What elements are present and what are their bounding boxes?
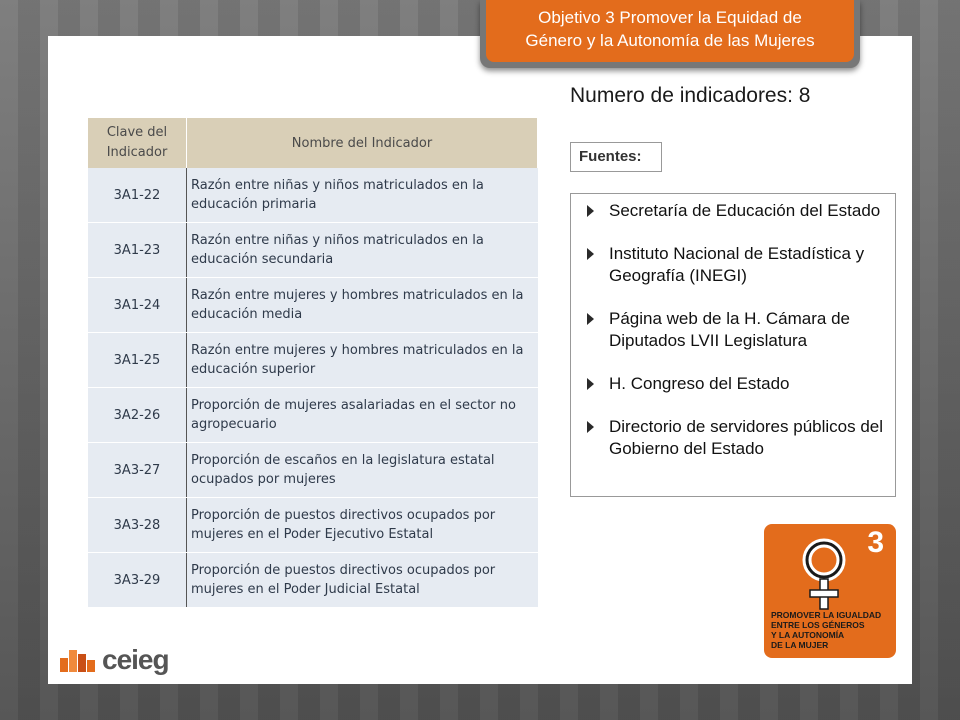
list-item: Página web de la H. Cámara de Diputados … [581, 308, 887, 352]
source-text: Secretaría de Educación del Estado [609, 201, 881, 220]
indicator-code: 3A1-23 [88, 222, 187, 278]
indicator-name: Razón entre mujeres y hombres matriculad… [186, 332, 538, 388]
source-text: Directorio de servidores públicos del Go… [609, 417, 884, 458]
table-row: 3A1-23 Razón entre niñas y niños matricu… [88, 222, 538, 278]
indicator-code: 3A3-29 [88, 552, 187, 608]
ceieg-logo: ceieg [60, 642, 170, 682]
sources-list: Secretaría de Educación del Estado Insti… [570, 193, 896, 497]
indicator-name: Razón entre niñas y niños matriculados e… [186, 168, 538, 223]
source-text: Instituto Nacional de Estadística y Geog… [609, 244, 865, 285]
indicator-code: 3A3-28 [88, 497, 187, 553]
bullet-arrow-icon [587, 248, 594, 260]
logo-text: ceieg [102, 644, 170, 675]
logo-bars-icon [60, 650, 95, 672]
indicator-name: Proporción de puestos directivos ocupado… [186, 497, 538, 553]
list-item: H. Congreso del Estado [581, 373, 887, 395]
bullet-arrow-icon [587, 378, 594, 390]
indicator-name: Proporción de puestos directivos ocupado… [186, 552, 538, 608]
table-row: 3A3-27 Proporción de escaños en la legis… [88, 442, 538, 498]
table-row: 3A2-26 Proporción de mujeres asalariadas… [88, 387, 538, 443]
bullet-arrow-icon [587, 313, 594, 325]
indicator-code: 3A1-25 [88, 332, 187, 388]
indicator-code: 3A3-27 [88, 442, 187, 498]
bullet-arrow-icon [587, 421, 594, 433]
venus-symbol-icon [802, 538, 846, 610]
header-code: Clave del Indicador [88, 118, 187, 168]
sdg-goal-3-badge: 3 PROMOVER LA IGUALDAD ENTRE LOS GÉNEROS… [764, 524, 896, 658]
sdg-caption-line: Y LA AUTONOMÍA [771, 630, 845, 640]
banner-line-1: Objetivo 3 Promover la Equidad de [538, 8, 802, 27]
sdg-caption-line: DE LA MUJER [771, 640, 829, 650]
indicator-code: 3A1-24 [88, 277, 187, 333]
table-row: 3A1-25 Razón entre mujeres y hombres mat… [88, 332, 538, 388]
bullet-arrow-icon [587, 205, 594, 217]
list-item: Instituto Nacional de Estadística y Geog… [581, 243, 887, 287]
indicator-table: Clave del Indicador Nombre del Indicador… [88, 118, 538, 608]
indicator-name: Proporción de escaños en la legislatura … [186, 442, 538, 498]
source-text: H. Congreso del Estado [609, 374, 790, 393]
sdg-number: 3 [867, 526, 884, 559]
indicator-name: Proporción de mujeres asalariadas en el … [186, 387, 538, 443]
list-item: Secretaría de Educación del Estado [581, 200, 887, 222]
indicator-name: Razón entre niñas y niños matriculados e… [186, 222, 538, 278]
indicator-name: Razón entre mujeres y hombres matriculad… [186, 277, 538, 333]
sdg-caption-line: PROMOVER LA IGUALDAD [771, 610, 882, 620]
indicator-code: 3A2-26 [88, 387, 187, 443]
table-row: 3A1-24 Razón entre mujeres y hombres mat… [88, 277, 538, 333]
objective-banner: Objetivo 3 Promover la Equidad de Género… [480, 0, 860, 68]
sdg-caption-line: ENTRE LOS GÉNEROS [771, 620, 865, 630]
list-item: Directorio de servidores públicos del Go… [581, 416, 887, 460]
banner-line-2: Género y la Autonomía de las Mujeres [525, 31, 815, 50]
sources-label: Fuentes: [570, 142, 662, 172]
source-text: Página web de la H. Cámara de Diputados … [609, 309, 850, 350]
table-row: 3A3-29 Proporción de puestos directivos … [88, 552, 538, 608]
table-row: 3A1-22 Razón entre niñas y niños matricu… [88, 168, 538, 223]
indicator-count: Numero de indicadores: 8 [570, 84, 811, 107]
header-name: Nombre del Indicador [186, 118, 538, 168]
indicator-code: 3A1-22 [88, 168, 187, 223]
sdg-caption: PROMOVER LA IGUALDAD ENTRE LOS GÉNEROS Y… [771, 610, 893, 650]
table-row: 3A3-28 Proporción de puestos directivos … [88, 497, 538, 553]
